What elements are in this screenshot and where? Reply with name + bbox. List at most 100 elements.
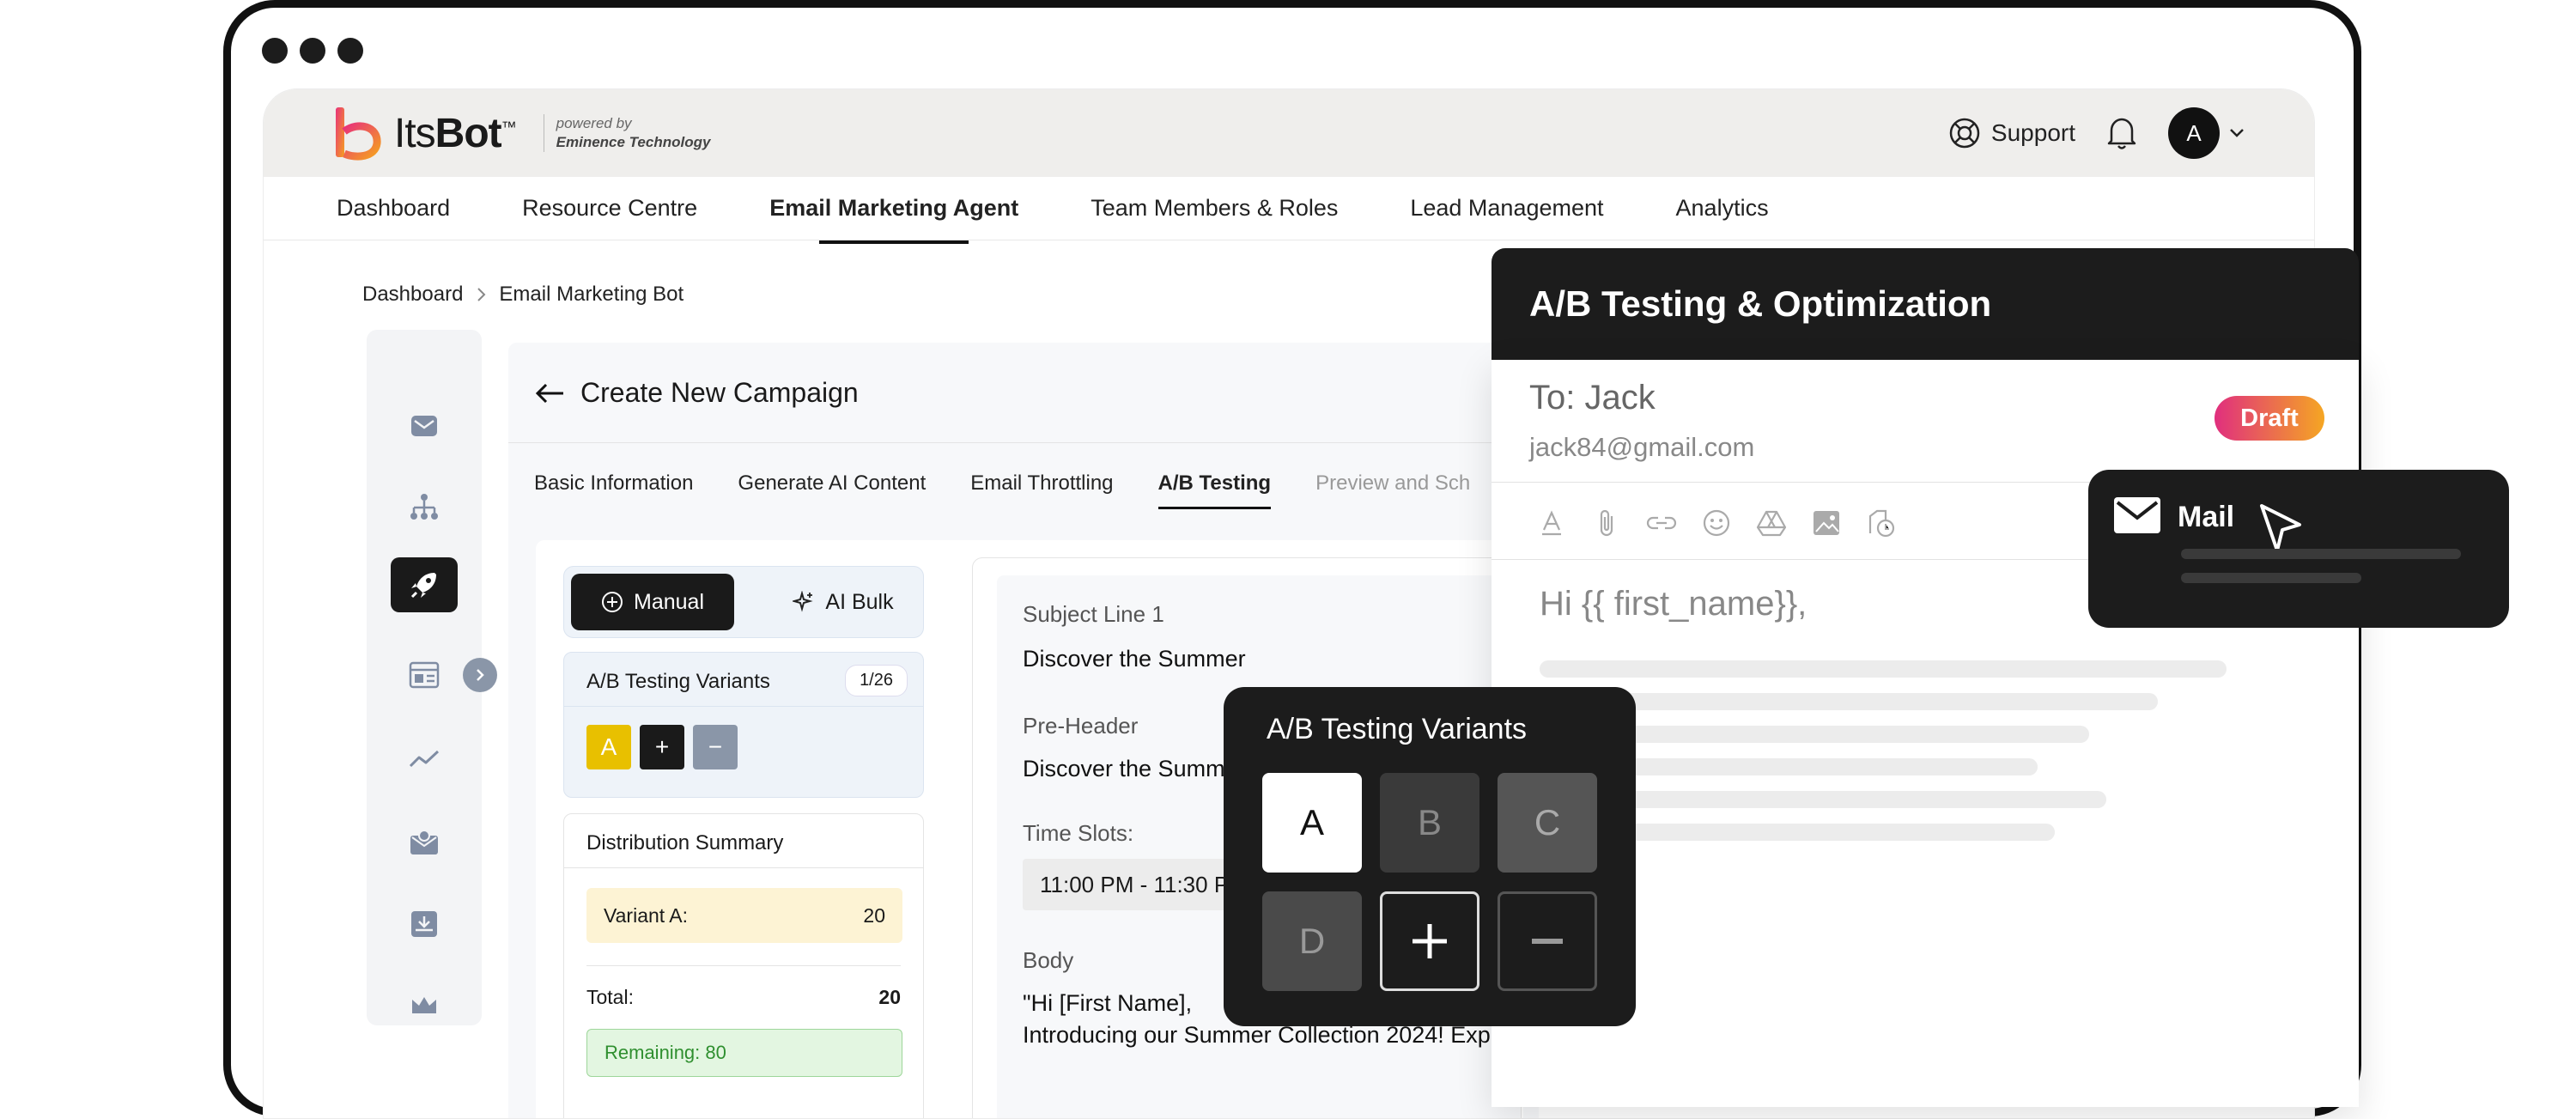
sidebar-item-analytics[interactable] <box>391 732 458 787</box>
breadcrumb-root[interactable]: Dashboard <box>362 283 463 307</box>
sidebar-item-inbox[interactable] <box>391 897 458 952</box>
itsbot-logo[interactable]: ItsBot™ powered by Eminence Technology <box>332 106 710 161</box>
sidebar-item-mail[interactable] <box>391 398 458 453</box>
sidebar-item-mail-settings[interactable] <box>391 815 458 870</box>
timeslots-label: Time Slots: <box>1023 820 1134 846</box>
sidebar-item-premium[interactable] <box>391 978 458 1033</box>
nav-dashboard[interactable]: Dashboard <box>337 195 450 222</box>
body-label: Body <box>1023 947 1074 973</box>
breadcrumb: Dashboard Email Marketing Bot <box>362 283 683 307</box>
nav-lead-management[interactable]: Lead Management <box>1410 195 1603 222</box>
image-icon[interactable] <box>1809 506 1844 540</box>
tab-ab-testing[interactable]: A/B Testing <box>1157 471 1271 509</box>
remove-variant-button[interactable]: − <box>693 725 738 769</box>
placeholder-line <box>1540 660 2227 678</box>
divider <box>508 442 1539 443</box>
preheader-value[interactable]: Discover the Summer <box>1023 756 1246 782</box>
plus-circle-icon <box>602 592 623 612</box>
chevron-down-icon <box>2230 129 2244 137</box>
schedule-send-icon[interactable] <box>1864 506 1899 540</box>
placeholder-line <box>2181 573 2361 583</box>
mail-icon <box>411 416 437 436</box>
campaign-tabs: Basic Information Generate AI Content Em… <box>534 471 1470 509</box>
link-icon[interactable] <box>1644 506 1679 540</box>
trend-icon <box>409 750 440 768</box>
top-bar: ItsBot™ powered by Eminence Technology S… <box>264 89 2314 177</box>
variant-tile-d[interactable]: D <box>1262 891 1362 991</box>
window-dot-icon[interactable] <box>337 38 363 64</box>
rocket-icon <box>410 573 436 599</box>
avatar: A <box>2168 107 2220 159</box>
main-nav: Dashboard Resource Centre Email Marketin… <box>264 177 2314 244</box>
variants-popup-title: A/B Testing Variants <box>1267 713 1528 745</box>
sparkle-icon <box>793 591 814 612</box>
variants-count-badge: 1/26 <box>845 665 908 696</box>
divider <box>564 867 923 868</box>
mail-popup: Mail <box>2088 470 2509 628</box>
emoji-icon[interactable] <box>1699 506 1734 540</box>
variant-a-value[interactable]: 20 <box>863 904 885 927</box>
variant-tile-b[interactable]: B <box>1380 773 1479 873</box>
envelope-gear-icon <box>410 830 438 854</box>
profile-menu[interactable]: A <box>2168 107 2245 159</box>
page-title: Create New Campaign <box>534 377 859 409</box>
sidebar-item-hierarchy[interactable] <box>391 480 458 535</box>
remove-variant-tile[interactable] <box>1498 891 1597 991</box>
sidebar-item-campaigns[interactable] <box>391 557 458 612</box>
page-title-text: Create New Campaign <box>580 377 859 408</box>
logo-wordmark: ItsBot™ <box>394 110 517 157</box>
add-variant-tile[interactable] <box>1380 891 1479 991</box>
bell-icon[interactable] <box>2105 115 2139 151</box>
chevron-right-icon <box>477 288 486 301</box>
logo-prefix: Its <box>394 110 436 156</box>
distribution-heading: Distribution Summary <box>586 831 784 854</box>
powered-by-label: powered by <box>556 115 632 131</box>
ai-bulk-mode-label: AI Bulk <box>825 589 894 614</box>
text-format-icon[interactable] <box>1534 506 1569 540</box>
sidebar-item-templates[interactable] <box>391 648 458 702</box>
support-label: Support <box>1990 119 2075 146</box>
sidebar-expand-button[interactable] <box>463 658 497 692</box>
window-dot-icon[interactable] <box>300 38 325 64</box>
tab-email-throttling[interactable]: Email Throttling <box>970 471 1113 496</box>
subject-label: Subject Line 1 <box>1023 601 1164 627</box>
variant-a-label: Variant A: <box>604 903 689 927</box>
remaining-badge: Remaining: 80 <box>586 1029 902 1077</box>
body-line-1[interactable]: "Hi [First Name], <box>1023 990 1192 1017</box>
variants-heading: A/B Testing Variants <box>586 670 770 693</box>
total-label: Total: <box>586 986 634 1008</box>
template-icon <box>409 661 440 689</box>
variant-tile-a[interactable]: A <box>1262 773 1362 873</box>
logo-bold: Bot <box>434 110 502 156</box>
logo-mark-icon <box>336 107 381 161</box>
window-dot-icon[interactable] <box>262 38 288 64</box>
tab-generate-ai-content[interactable]: Generate AI Content <box>738 471 926 496</box>
nav-analytics[interactable]: Analytics <box>1676 195 1769 222</box>
nav-resource-centre[interactable]: Resource Centre <box>522 195 697 222</box>
subject-value[interactable]: Discover the Summer <box>1023 646 1246 672</box>
nav-team-members[interactable]: Team Members & Roles <box>1091 195 1338 222</box>
email-greeting[interactable]: Hi {{ first_name}}, <box>1540 585 1807 623</box>
minus-icon <box>1532 939 1563 944</box>
manual-mode-label: Manual <box>634 589 704 614</box>
drive-icon[interactable] <box>1754 506 1789 540</box>
ai-bulk-mode-button[interactable]: AI Bulk <box>770 574 916 630</box>
variant-tile-c[interactable]: C <box>1498 773 1597 873</box>
distribution-summary: Distribution Summary Variant A: 20 Total… <box>563 813 924 1118</box>
mail-icon <box>2114 497 2160 533</box>
ab-overlay-title: A/B Testing & Optimization <box>1492 248 2359 360</box>
tab-preview-schedule[interactable]: Preview and Sch <box>1315 471 1470 496</box>
variant-a-row: Variant A: 20 <box>586 888 902 943</box>
total-row: Total: 20 <box>586 986 901 1009</box>
inbox-download-icon <box>411 911 437 937</box>
add-variant-button[interactable]: + <box>640 725 684 769</box>
support-button[interactable]: Support <box>1948 117 2075 149</box>
manual-mode-button[interactable]: Manual <box>571 574 734 630</box>
variant-a-button[interactable]: A <box>586 725 631 769</box>
attachment-icon[interactable] <box>1589 506 1624 540</box>
nav-email-marketing-agent[interactable]: Email Marketing Agent <box>769 195 1018 244</box>
tab-basic-information[interactable]: Basic Information <box>534 471 693 496</box>
variants-popup: A/B Testing Variants A B C D <box>1224 687 1636 1026</box>
arrow-left-icon[interactable] <box>534 381 565 405</box>
top-right-actions: Support A <box>1948 89 2245 177</box>
